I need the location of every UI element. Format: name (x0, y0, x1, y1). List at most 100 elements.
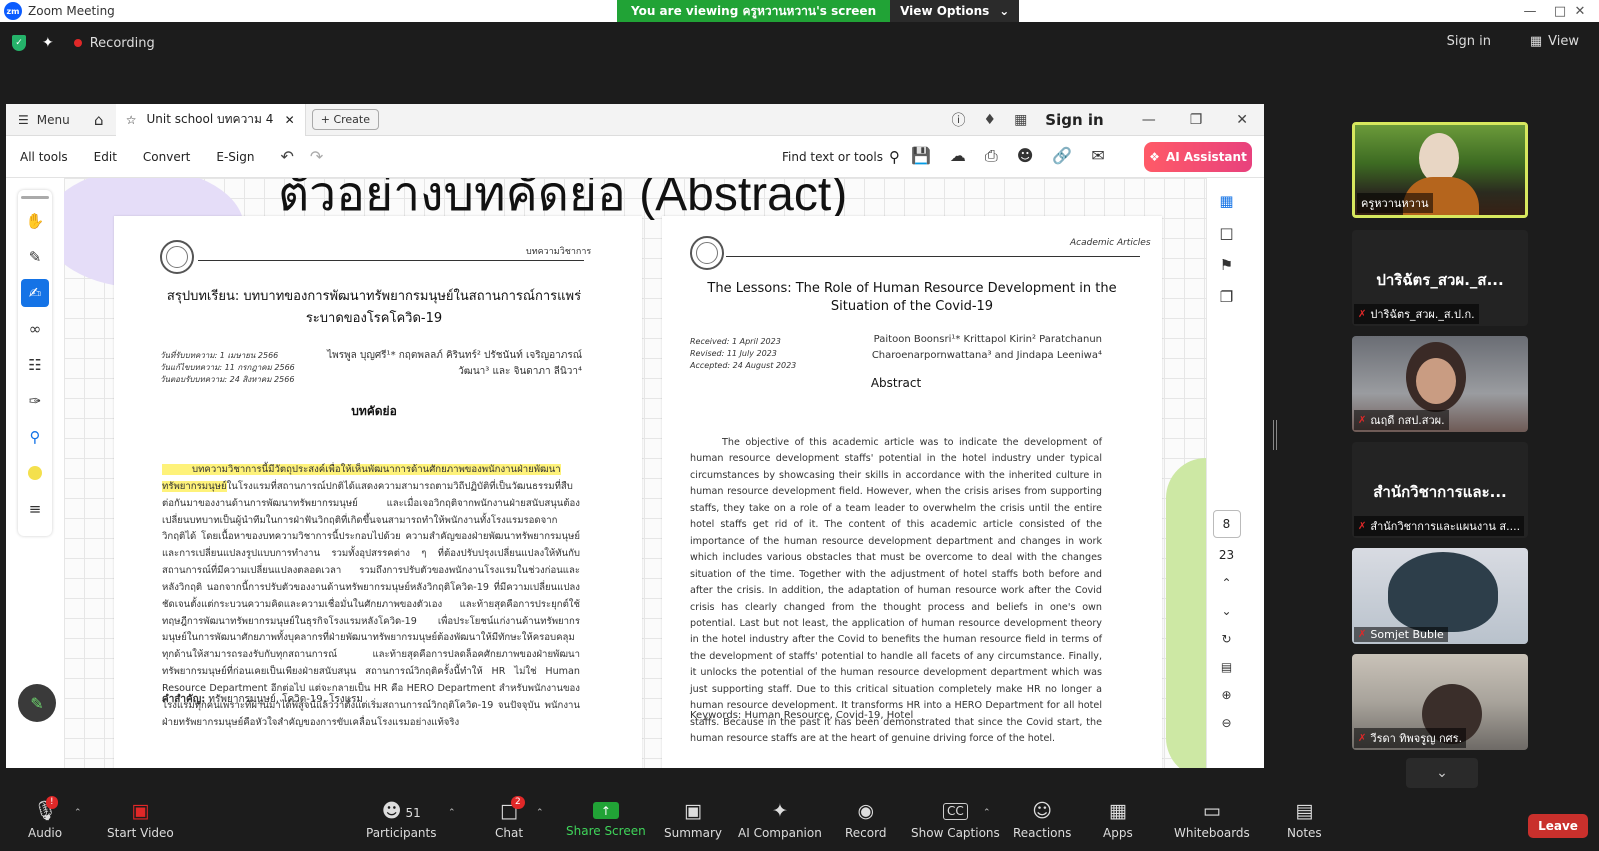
view-options-button[interactable]: View Options ⌄ (890, 0, 1020, 22)
record-button[interactable]: ◉ Record (845, 800, 886, 851)
thai-revised-date: วันแก้ไขบทความ: 11 กรกฎาคม 2566 (160, 363, 295, 372)
english-article-tag: Academic Articles (1070, 238, 1151, 248)
participant-name: สำนักวิชาการและแผนงาน ส.... (1370, 520, 1521, 533)
acrobat-menu-button[interactable]: ☰ Menu (6, 104, 82, 136)
participants-caret-icon[interactable]: ⌃ (448, 808, 456, 818)
participant-name-label: ✗ ปาริฉัตร_สวผ._ส.ป.ก. (1354, 304, 1479, 324)
esign-button[interactable]: E-Sign (216, 150, 254, 164)
english-keywords: Keywords: Human Resource, Covid-19, Hote… (690, 710, 913, 721)
acrobat-minimize-icon[interactable]: — (1142, 112, 1156, 128)
comments-panel-icon[interactable]: □ (1219, 224, 1233, 242)
english-abstract-body[interactable]: The objective of this academic article w… (690, 435, 1102, 748)
close-window-icon[interactable]: ✕ (1560, 0, 1599, 22)
edit-button[interactable]: Edit (94, 150, 117, 164)
zoom-signin-link[interactable]: Sign in (1447, 34, 1491, 49)
rotate-icon[interactable]: ↻ (1221, 632, 1231, 646)
home-icon[interactable]: ⌂ (82, 104, 116, 136)
drag-handle[interactable] (21, 196, 49, 199)
participant-display-name: สำนักวิชาการและ... (1373, 483, 1507, 501)
pin-icon[interactable]: ⚲ (21, 423, 49, 451)
whiteboards-button[interactable]: ▭ Whiteboards (1174, 800, 1250, 851)
line-weight-icon[interactable]: ≡ (21, 495, 49, 523)
participant-tile[interactable]: ปาริฉัตร_สวผ._ส... ✗ ปาริฉัตร_สวผ._ส.ป.ก. (1352, 230, 1528, 326)
panel-splitter[interactable] (1273, 420, 1277, 450)
color-swatch-icon[interactable] (21, 459, 49, 487)
apps-button[interactable]: ▦ Apps (1103, 800, 1133, 851)
redo-icon[interactable]: ↷ (310, 147, 323, 166)
print-icon[interactable]: ⎙ (985, 146, 998, 166)
participants-button[interactable]: ☻ 51 Participants (366, 800, 437, 851)
more-participants-chevron-icon[interactable]: ⌄ (1406, 758, 1478, 788)
participant-tile[interactable]: ✗ Somjet Buble (1352, 548, 1528, 644)
share-people-icon[interactable]: ☻ (1017, 146, 1034, 166)
ai-sparkle-icon[interactable]: ✦ (42, 35, 54, 51)
edit-panel-icon[interactable]: ▦ (1219, 192, 1233, 210)
fill-sign-icon[interactable]: ✑ (21, 387, 49, 415)
comment-add-icon[interactable]: ✎ (21, 243, 49, 271)
chat-caret-icon[interactable]: ⌃ (536, 808, 544, 818)
acrobat-signin-button[interactable]: Sign in (1045, 111, 1103, 129)
ai-companion-button[interactable]: ✦ AI Companion (738, 800, 822, 851)
pages-panel-icon[interactable]: ❐ (1220, 288, 1233, 306)
zoom-in-icon[interactable]: ⊕ (1221, 688, 1231, 702)
notes-button[interactable]: ▤ Notes (1287, 800, 1322, 851)
participant-name-label: ✗ ณฤดี กสป.สวผ. (1354, 410, 1449, 430)
all-tools-button[interactable]: All tools (20, 150, 68, 164)
decorative-blob-green (1166, 458, 1206, 768)
share-screen-button[interactable]: ↑ Share Screen (566, 800, 646, 851)
reactions-button[interactable]: ☺ Reactions (1013, 800, 1071, 851)
bookmarks-icon[interactable]: ⚑ (1220, 256, 1233, 274)
document-tab-title: Unit school บทความ 4 (146, 112, 274, 126)
acrobat-restore-icon[interactable]: ❐ (1190, 112, 1203, 128)
upload-cloud-icon[interactable]: ☁ (950, 146, 966, 166)
thai-keywords-value: ทรัพยากรมนุษย์, โควิด-19, โรงแรม (205, 694, 363, 705)
start-video-button[interactable]: ▣ Start Video (107, 800, 174, 851)
meeting-status-row: ✓ ✦ Recording (0, 28, 1599, 58)
hand-tool-icon[interactable]: ✋ (21, 207, 49, 235)
draw-pen-icon[interactable]: ✎ (18, 684, 56, 722)
thai-received-date: วันที่รับบทความ: 1 เมษายน 2566 (160, 351, 279, 360)
acrobat-tab-bar: ☰ Menu ⌂ ☆ Unit school บทความ 4 ✕ + Crea… (6, 104, 1264, 136)
security-shield-icon[interactable]: ✓ (12, 35, 26, 51)
summary-button[interactable]: ▣ Summary (664, 800, 722, 851)
link-icon[interactable]: 🔗 (1052, 146, 1072, 166)
extract-page-icon[interactable]: ▤ (1221, 660, 1232, 674)
audio-options-caret-icon[interactable]: ⌃ (74, 808, 82, 818)
close-tab-icon[interactable]: ✕ (285, 113, 295, 127)
acrobat-close-icon[interactable]: ✕ (1236, 112, 1248, 128)
participant-face (1416, 358, 1456, 404)
help-icon[interactable]: ⓘ (952, 110, 966, 130)
audio-button[interactable]: 🎙 ! Audio (28, 796, 62, 851)
apps-grid-icon[interactable]: ▦ (1014, 112, 1027, 128)
zoom-out-icon[interactable]: ⊖ (1221, 716, 1231, 730)
participant-tile[interactable]: ✗ วีรดา ทิพจรูญ กศร. (1352, 654, 1528, 750)
email-icon[interactable]: ✉ (1091, 146, 1104, 166)
participant-face (1419, 133, 1459, 183)
leave-button[interactable]: Leave (1528, 814, 1588, 838)
recording-label[interactable]: Recording (90, 36, 155, 51)
view-button[interactable]: ▦ View (1530, 34, 1579, 49)
document-canvas[interactable]: ตัวอย่างบทคัดย่อ (Abstract) บทความวิชากา… (64, 178, 1206, 768)
ai-assistant-button[interactable]: ❖ AI Assistant (1144, 142, 1252, 172)
convert-button[interactable]: Convert (143, 150, 190, 164)
create-button[interactable]: + Create (311, 109, 379, 130)
save-icon[interactable]: 💾 (911, 146, 931, 166)
star-icon[interactable]: ☆ (126, 113, 137, 127)
highlighter-icon[interactable]: ✍ (21, 279, 49, 307)
text-select-icon[interactable]: ☷ (21, 351, 49, 379)
participant-tile[interactable]: ✗ ณฤดี กสป.สวผ. (1352, 336, 1528, 432)
smiley-icon: ☺ (1032, 800, 1053, 822)
find-tools-search[interactable]: Find text or tools ⚲ (782, 148, 900, 166)
captions-caret-icon[interactable]: ⌃ (983, 808, 991, 818)
participant-tile[interactable]: ครูหวานหวาน (1352, 122, 1528, 218)
participant-tile[interactable]: สำนักวิชาการและ... ✗ สำนักวิชาการและแผนงา… (1352, 442, 1528, 538)
current-page-input[interactable]: 8 (1212, 510, 1241, 538)
previous-page-icon[interactable]: ⌃ (1221, 576, 1231, 590)
bell-icon[interactable]: ♦ (984, 112, 997, 128)
lasso-icon[interactable]: ∞ (21, 315, 49, 343)
chat-button[interactable]: □ 2 Chat (495, 796, 525, 851)
share-arrow-icon: ↑ (592, 802, 619, 819)
document-tab[interactable]: ☆ Unit school บทความ 4 ✕ (115, 104, 306, 136)
next-page-icon[interactable]: ⌄ (1221, 604, 1231, 618)
undo-icon[interactable]: ↶ (280, 147, 293, 166)
